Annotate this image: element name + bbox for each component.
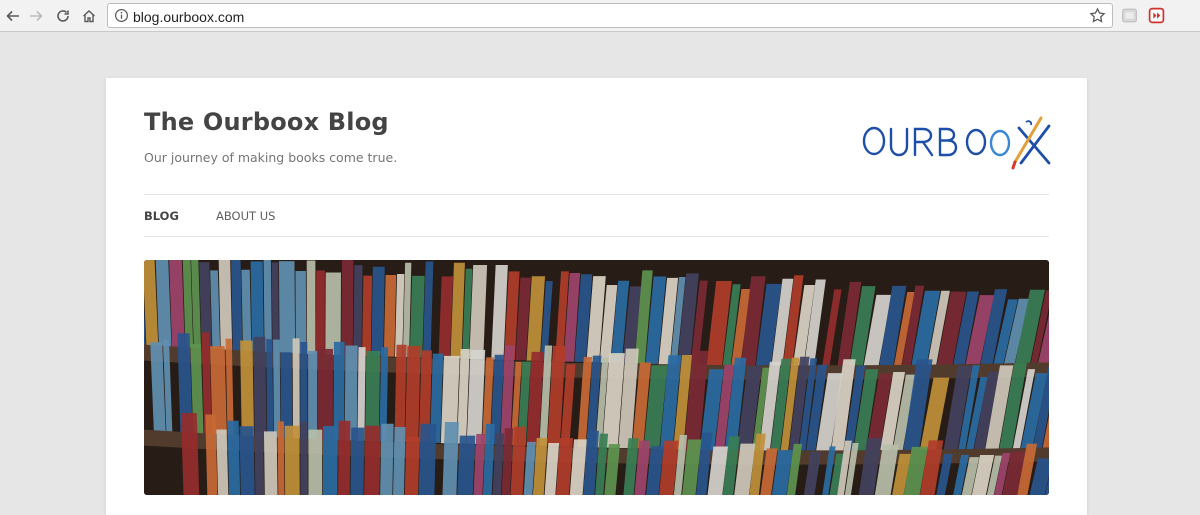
nav-divider-top [144,194,1049,195]
url-text[interactable]: blog.ourboox.com [133,9,244,25]
forward-arrow-icon[interactable] [25,5,47,27]
address-bar[interactable]: blog.ourboox.com [107,3,1113,28]
home-icon[interactable] [78,5,100,27]
site-tagline: Our journey of making books come true. [144,150,398,165]
header-image-bookshelf [144,260,1049,495]
extension-icon[interactable] [1121,7,1138,24]
reload-icon[interactable] [52,5,74,27]
nav-item-blog[interactable]: BLOG [144,209,179,223]
bookshelf-illustration [144,260,1049,495]
nav-item-about-us[interactable]: ABOUT US [216,209,275,223]
ourboox-logo[interactable] [856,108,1056,173]
browser-toolbar: blog.ourboox.com [0,0,1200,32]
site-title[interactable]: The Ourboox Blog [144,108,389,136]
back-arrow-icon[interactable] [2,5,24,27]
info-icon[interactable] [114,8,129,23]
nav-divider-bottom [144,236,1049,237]
star-icon[interactable] [1089,7,1106,24]
extension-red-icon[interactable] [1148,7,1165,24]
page-card: The Ourboox Blog Our journey of making b… [106,78,1087,515]
